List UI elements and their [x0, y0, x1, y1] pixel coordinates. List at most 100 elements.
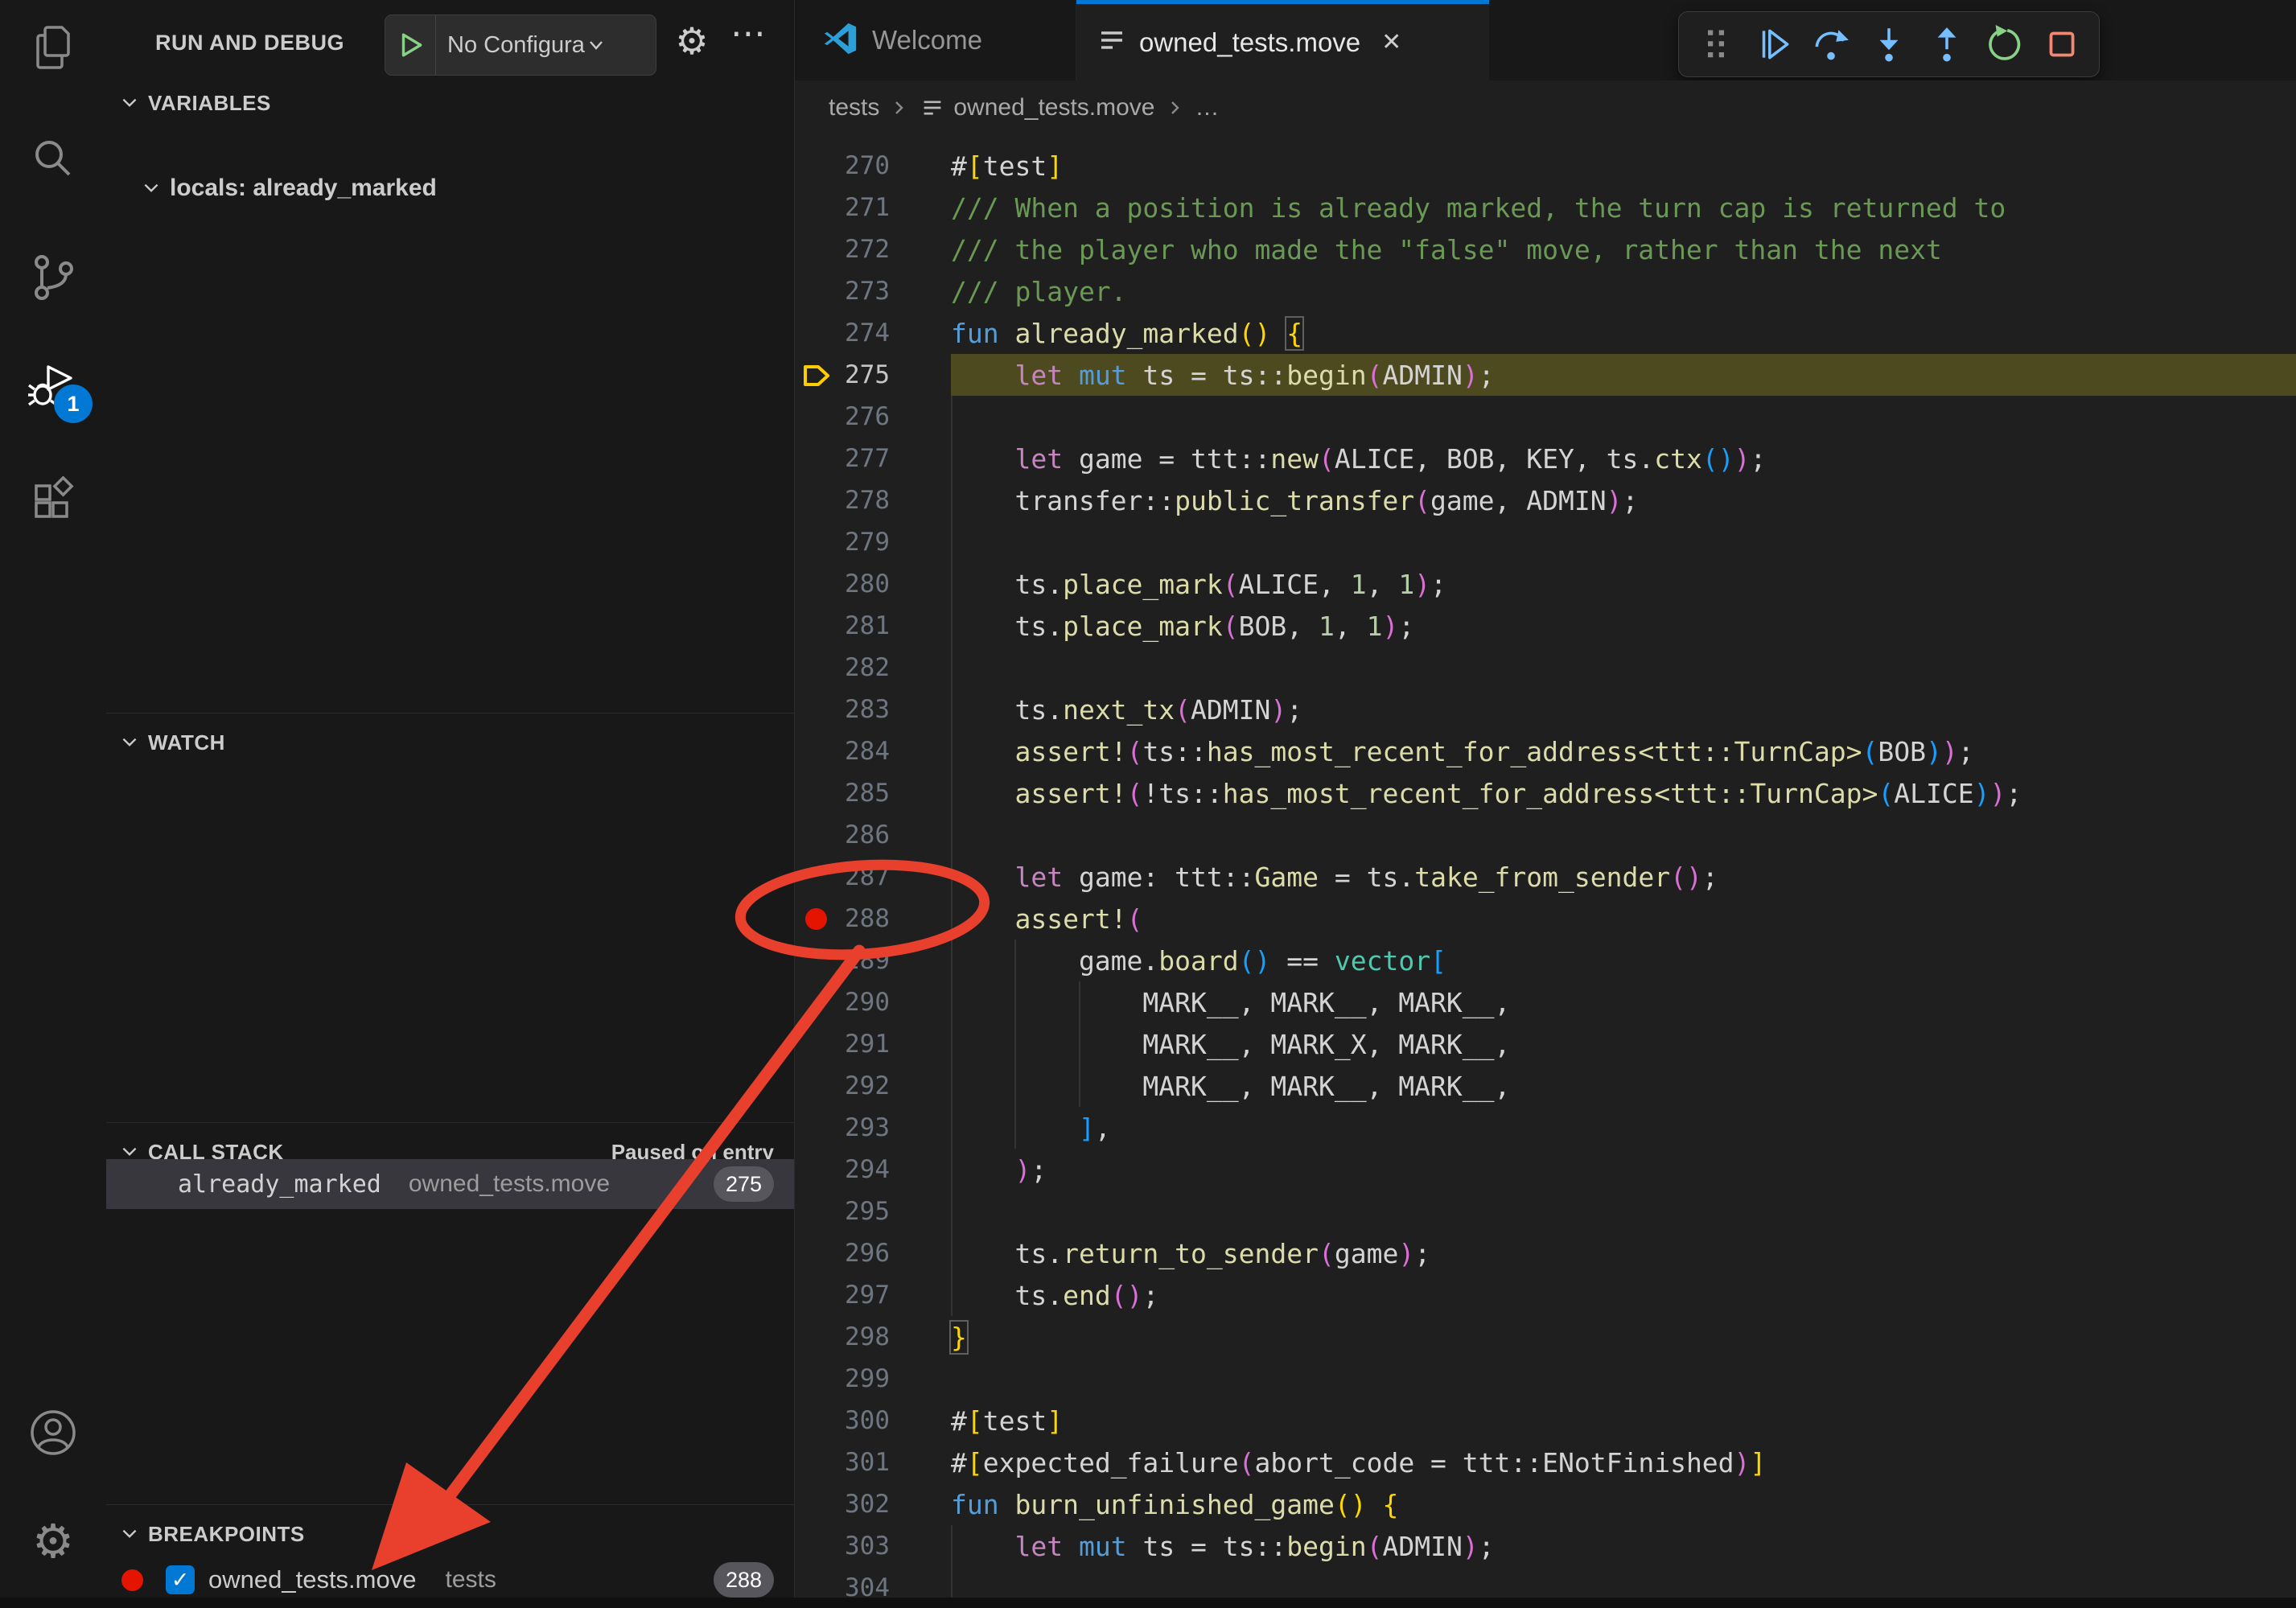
code-line-294[interactable]: 294 );: [795, 1149, 2296, 1191]
breakpoint-gutter[interactable]: [795, 145, 838, 187]
breadcrumb-item[interactable]: tests: [829, 94, 879, 121]
account-icon[interactable]: [27, 1406, 80, 1459]
code-line-278[interactable]: 278 transfer::public_transfer(game, ADMI…: [795, 479, 2296, 521]
debug-settings-gear-icon[interactable]: ⚙: [669, 14, 714, 68]
breakpoint-gutter[interactable]: [795, 187, 838, 228]
code-line-284[interactable]: 284 assert!(ts::has_most_recent_for_addr…: [795, 730, 2296, 772]
breakpoint-gutter[interactable]: [795, 1191, 838, 1232]
launch-configuration-dropdown[interactable]: No Configura: [385, 14, 656, 76]
breakpoint-gutter[interactable]: [795, 940, 838, 981]
code-line-300[interactable]: 300#[test]: [795, 1400, 2296, 1441]
breakpoint-gutter[interactable]: [795, 1567, 838, 1598]
step-out-icon[interactable]: [1918, 19, 1976, 70]
more-actions-icon[interactable]: ⋯: [730, 13, 766, 54]
breakpoint-gutter[interactable]: [795, 438, 838, 479]
code-line-296[interactable]: 296 ts.return_to_sender(game);: [795, 1232, 2296, 1274]
breakpoint-gutter[interactable]: [795, 396, 838, 438]
breakpoint-dot-icon[interactable]: [805, 908, 827, 930]
search-icon[interactable]: [27, 134, 80, 187]
step-over-icon[interactable]: [1802, 19, 1860, 70]
breakpoint-gutter[interactable]: [795, 1274, 838, 1316]
source-control-icon[interactable]: [27, 251, 80, 304]
tab-welcome[interactable]: Welcome: [795, 0, 1076, 80]
code-line-281[interactable]: 281 ts.place_mark(BOB, 1, 1);: [795, 605, 2296, 647]
explorer-icon[interactable]: [27, 21, 80, 74]
breakpoint-gutter[interactable]: [795, 1358, 838, 1400]
code-line-279[interactable]: 279: [795, 521, 2296, 563]
code-line-282[interactable]: 282: [795, 647, 2296, 689]
breakpoint-gutter[interactable]: [795, 981, 838, 1023]
code-line-288[interactable]: 288 assert!(: [795, 898, 2296, 940]
breakpoint-gutter[interactable]: [795, 521, 838, 563]
code-line-287[interactable]: 287 let game: ttt::Game = ts.take_from_s…: [795, 856, 2296, 898]
code-line-291[interactable]: 291 MARK__, MARK_X, MARK__,: [795, 1023, 2296, 1065]
breakpoint-gutter[interactable]: [795, 228, 838, 270]
breakpoint-gutter[interactable]: [795, 1107, 838, 1149]
breakpoints-header[interactable]: BREAKPOINTS: [106, 1515, 794, 1553]
variables-header[interactable]: VARIABLES: [106, 84, 794, 122]
code-line-272[interactable]: 272/// the player who made the "false" m…: [795, 228, 2296, 270]
code-line-301[interactable]: 301#[expected_failure(abort_code = ttt::…: [795, 1441, 2296, 1483]
step-into-icon[interactable]: [1860, 19, 1918, 70]
breakpoint-gutter[interactable]: [795, 1400, 838, 1441]
code-line-297[interactable]: 297 ts.end();: [795, 1274, 2296, 1316]
breakpoint-gutter[interactable]: [795, 856, 838, 898]
breakpoint-gutter[interactable]: [795, 270, 838, 312]
continue-icon[interactable]: [1745, 19, 1803, 70]
code-line-302[interactable]: 302fun burn_unfinished_game() {: [795, 1483, 2296, 1525]
breadcrumb-item[interactable]: …: [1195, 94, 1220, 121]
code-line-277[interactable]: 277 let game = ttt::new(ALICE, BOB, KEY,…: [795, 438, 2296, 479]
code-line-293[interactable]: 293 ],: [795, 1107, 2296, 1149]
extensions-icon[interactable]: [27, 476, 80, 529]
code-line-273[interactable]: 273/// player.: [795, 270, 2296, 312]
code-editor[interactable]: 270#[test]271/// When a position is alre…: [795, 135, 2296, 1598]
breakpoint-gutter[interactable]: [795, 1316, 838, 1358]
breakpoint-gutter[interactable]: [795, 1065, 838, 1107]
breakpoint-gutter[interactable]: [795, 647, 838, 689]
start-debug-icon[interactable]: [385, 15, 436, 75]
code-line-274[interactable]: 274fun already_marked() {: [795, 312, 2296, 354]
breakpoint-gutter[interactable]: [795, 1023, 838, 1065]
code-line-275[interactable]: 275 let mut ts = ts::begin(ADMIN);: [795, 354, 2296, 396]
breakpoint-gutter[interactable]: [795, 312, 838, 354]
stop-icon[interactable]: [2033, 19, 2091, 70]
code-line-292[interactable]: 292 MARK__, MARK__, MARK__,: [795, 1065, 2296, 1107]
code-line-295[interactable]: 295: [795, 1191, 2296, 1232]
breakpoint-gutter[interactable]: [795, 479, 838, 521]
toolbar-drag-grip[interactable]: [1687, 19, 1745, 70]
code-line-271[interactable]: 271/// When a position is already marked…: [795, 187, 2296, 228]
code-line-270[interactable]: 270#[test]: [795, 145, 2296, 187]
breakpoint-gutter[interactable]: [795, 605, 838, 647]
breakpoint-gutter[interactable]: [795, 354, 838, 396]
breadcrumb-item[interactable]: owned_tests.move: [953, 94, 1154, 121]
breakpoint-gutter[interactable]: [795, 772, 838, 814]
restart-icon[interactable]: [1976, 19, 2034, 70]
breakpoint-gutter[interactable]: [795, 730, 838, 772]
settings-gear-icon[interactable]: ⚙: [27, 1515, 80, 1569]
watch-header[interactable]: WATCH: [106, 723, 794, 762]
breakpoint-gutter[interactable]: [795, 898, 838, 940]
call-stack-frame[interactable]: already_marked owned_tests.move 275: [106, 1159, 794, 1209]
breakpoint-enabled-checkbox[interactable]: ✓: [166, 1565, 195, 1594]
breakpoint-gutter[interactable]: [795, 689, 838, 730]
code-line-304[interactable]: 304: [795, 1567, 2296, 1598]
code-line-285[interactable]: 285 assert!(!ts::has_most_recent_for_add…: [795, 772, 2296, 814]
code-line-289[interactable]: 289 game.board() == vector[: [795, 940, 2296, 981]
tab-owned-tests[interactable]: owned_tests.move ✕: [1076, 0, 1489, 80]
code-line-290[interactable]: 290 MARK__, MARK__, MARK__,: [795, 981, 2296, 1023]
code-line-298[interactable]: 298}: [795, 1316, 2296, 1358]
breakpoint-gutter[interactable]: [795, 1441, 838, 1483]
code-line-303[interactable]: 303 let mut ts = ts::begin(ADMIN);: [795, 1525, 2296, 1567]
code-line-283[interactable]: 283 ts.next_tx(ADMIN);: [795, 689, 2296, 730]
breakpoint-gutter[interactable]: [795, 1149, 838, 1191]
breakpoint-gutter[interactable]: [795, 1232, 838, 1274]
close-icon[interactable]: ✕: [1381, 28, 1401, 56]
run-and-debug-icon[interactable]: 1: [27, 360, 80, 413]
breakpoint-gutter[interactable]: [795, 563, 838, 605]
breakpoint-gutter[interactable]: [795, 814, 838, 856]
code-line-276[interactable]: 276: [795, 396, 2296, 438]
code-line-286[interactable]: 286: [795, 814, 2296, 856]
code-line-280[interactable]: 280 ts.place_mark(ALICE, 1, 1);: [795, 563, 2296, 605]
breakpoint-gutter[interactable]: [795, 1525, 838, 1567]
variables-scope-locals[interactable]: locals: already_marked: [106, 164, 794, 212]
